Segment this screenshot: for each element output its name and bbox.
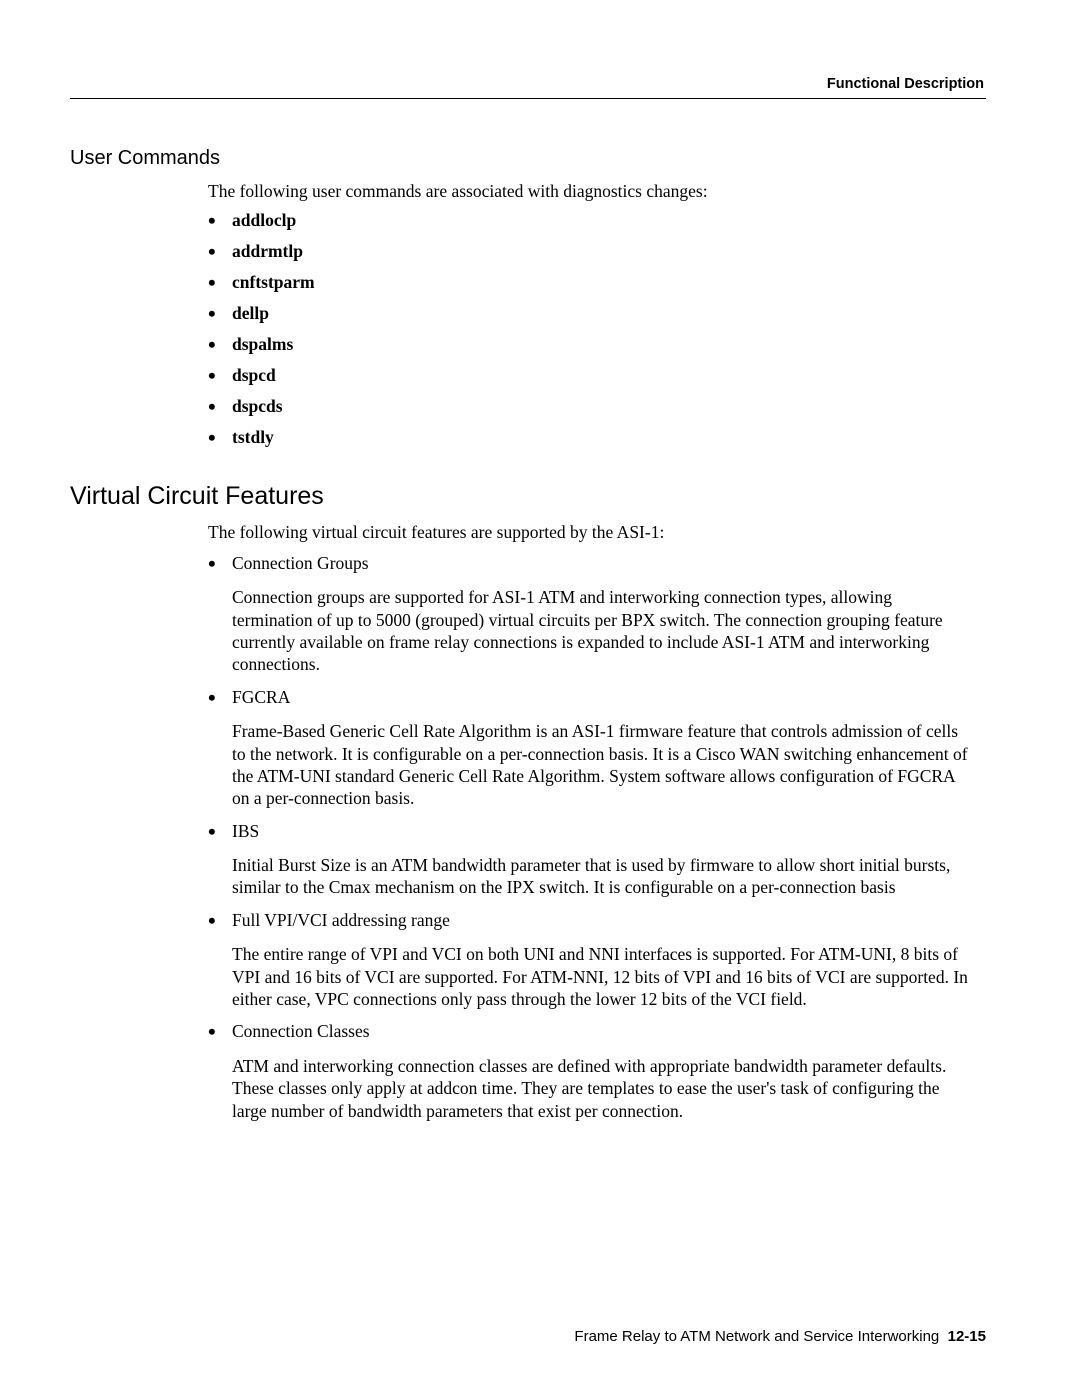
user-commands-list: addloclp addrmtlp cnftstparm dellp dspal…	[208, 210, 986, 448]
page-number: 12-15	[948, 1328, 986, 1345]
list-item: addrmtlp	[208, 241, 986, 262]
list-item: Full VPI/VCI addressing range The entire…	[208, 909, 976, 1011]
list-item: dellp	[208, 303, 986, 324]
feature-desc: Connection groups are supported for ASI-…	[232, 586, 976, 676]
list-item: dspcds	[208, 396, 986, 417]
list-item: dspcd	[208, 365, 986, 386]
list-item: FGCRA Frame-Based Generic Cell Rate Algo…	[208, 686, 976, 810]
user-commands-heading: User Commands	[70, 147, 986, 170]
footer-text: Frame Relay to ATM Network and Service I…	[574, 1328, 939, 1345]
page-footer: Frame Relay to ATM Network and Service I…	[574, 1328, 986, 1345]
virtual-circuit-list: Connection Groups Connection groups are …	[208, 552, 976, 1122]
feature-title: IBS	[232, 821, 259, 841]
header-rule	[70, 98, 986, 99]
feature-title: Connection Groups	[232, 553, 369, 573]
list-item: dspalms	[208, 334, 986, 355]
virtual-circuit-heading: Virtual Circuit Features	[70, 482, 986, 511]
list-item: Connection Groups Connection groups are …	[208, 552, 976, 676]
feature-title: Full VPI/VCI addressing range	[232, 910, 450, 930]
list-item: tstdly	[208, 427, 986, 448]
list-item: cnftstparm	[208, 272, 986, 293]
feature-desc: ATM and interworking connection classes …	[232, 1055, 976, 1122]
list-item: IBS Initial Burst Size is an ATM bandwid…	[208, 820, 976, 899]
user-commands-intro: The following user commands are associat…	[208, 180, 976, 202]
feature-desc: Initial Burst Size is an ATM bandwidth p…	[232, 854, 976, 899]
list-item: addloclp	[208, 210, 986, 231]
list-item: Connection Classes ATM and interworking …	[208, 1020, 976, 1122]
feature-desc: Frame-Based Generic Cell Rate Algorithm …	[232, 720, 976, 810]
feature-title: FGCRA	[232, 687, 290, 707]
header-section-title: Functional Description	[70, 76, 986, 92]
feature-desc: The entire range of VPI and VCI on both …	[232, 943, 976, 1010]
virtual-circuit-intro: The following virtual circuit features a…	[208, 521, 976, 543]
feature-title: Connection Classes	[232, 1021, 370, 1041]
